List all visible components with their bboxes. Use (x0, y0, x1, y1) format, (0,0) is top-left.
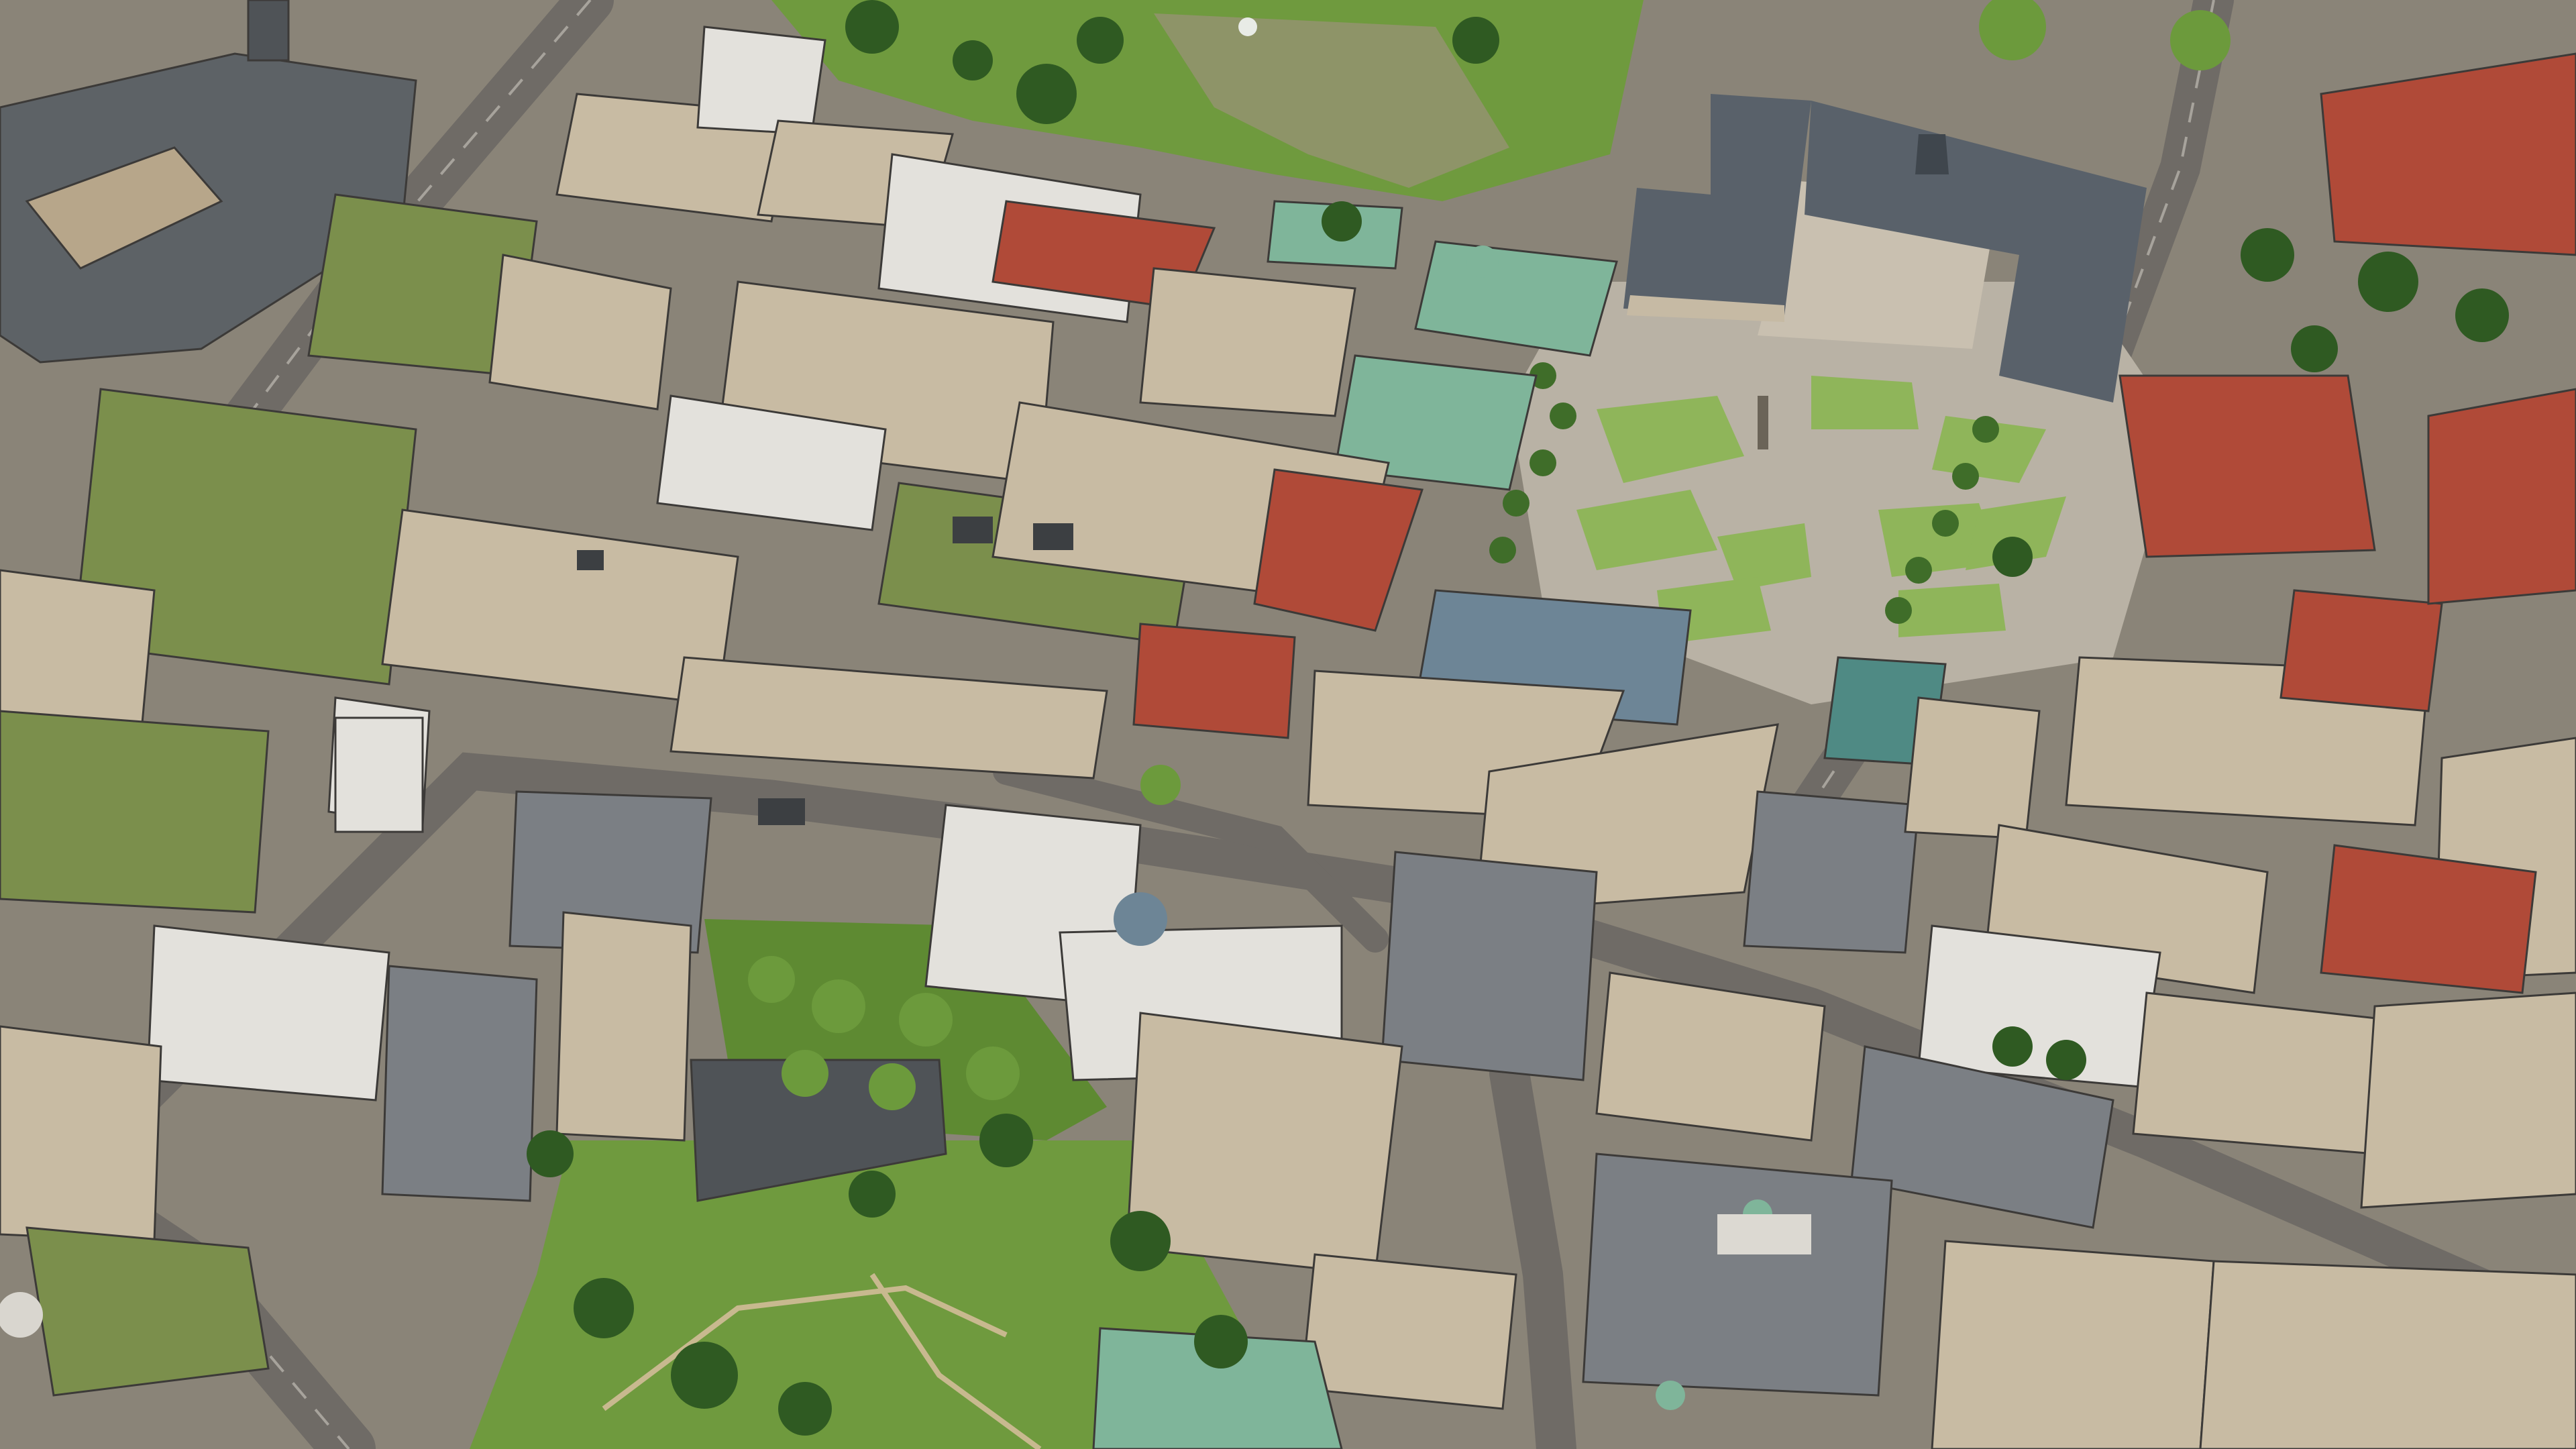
aerial-city-photo (0, 0, 2576, 1449)
central-column (1758, 396, 1768, 449)
fountain-jet (1238, 17, 1257, 36)
